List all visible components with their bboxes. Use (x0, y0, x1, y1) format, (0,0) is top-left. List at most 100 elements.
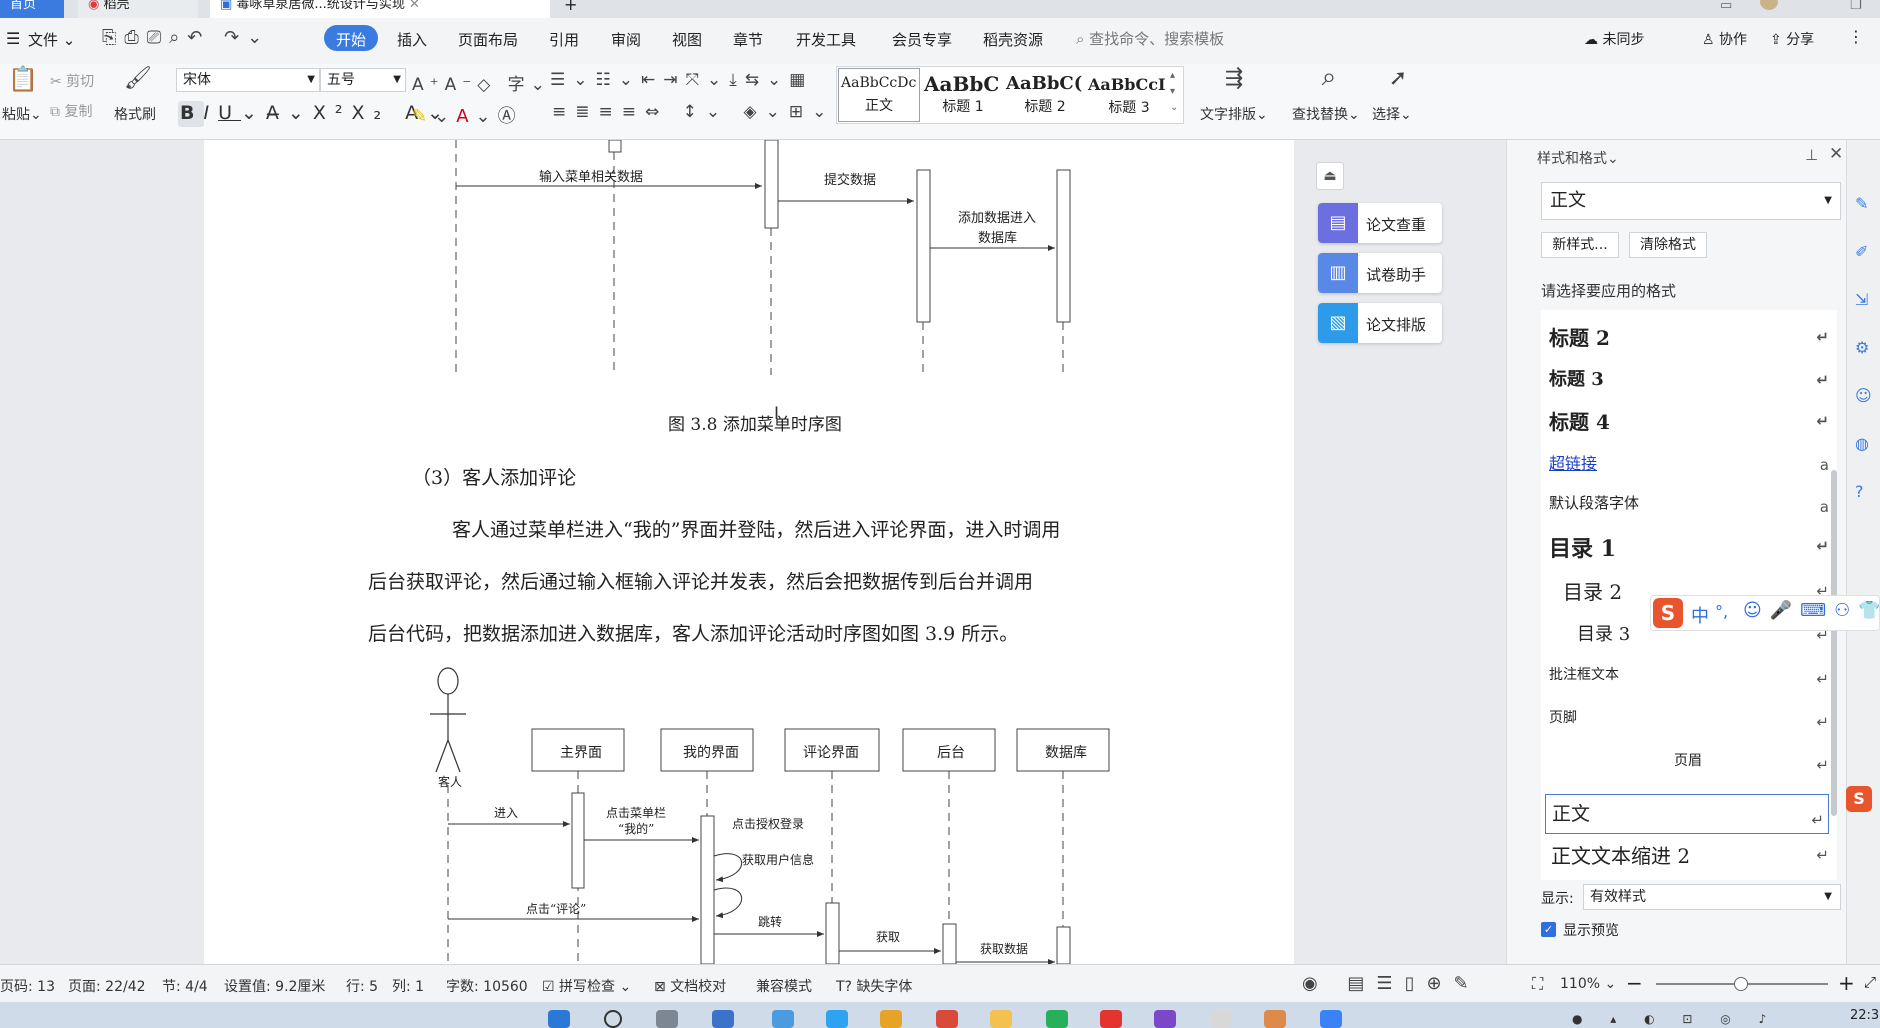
style-list-scrollbar[interactable] (1831, 470, 1837, 816)
style-item-hyperlink[interactable]: 超链接 a (1543, 450, 1833, 490)
new-tab-icon[interactable]: + (564, 0, 577, 13)
cursor-icon[interactable]: ➚ (1384, 68, 1412, 98)
tab-docer[interactable]: ◉ 稻壳 (78, 0, 198, 18)
app-icon[interactable] (772, 1010, 794, 1028)
text-layout-icon[interactable]: ⇶ (1220, 68, 1248, 98)
hamburger-icon[interactable]: ☰ (6, 29, 20, 48)
rail-icons[interactable]: ✎ ✐ ⇲ ⚙ ☺ ◍? (1855, 180, 1872, 516)
status-pagenum[interactable]: 页码: 13 (0, 976, 55, 996)
ime-tools-icons[interactable]: ☺🎤⌨⚇👕 (1743, 600, 1880, 621)
fit-icon[interactable]: ⛶ (1532, 974, 1543, 994)
pin-icon[interactable]: ⊥ (1805, 146, 1818, 164)
font-size-tools[interactable]: A⁺A⁻◇ 字⌄ (412, 70, 551, 95)
doc-proof[interactable]: ⊠ 文档校对 (654, 976, 726, 996)
paste-button[interactable]: 粘贴⌄ (2, 104, 42, 124)
start-icon[interactable] (548, 1010, 570, 1028)
ime-punct[interactable]: °, (1715, 602, 1728, 621)
folder-icon[interactable] (990, 1010, 1012, 1028)
restore-icon[interactable]: ❐ (1850, 0, 1862, 13)
spell-check[interactable]: ☑ 拼写检查 ⌄ (542, 976, 631, 996)
side-tool-layout[interactable]: ▧ 论文排版 (1318, 303, 1442, 343)
show-select[interactable]: 有效样式 ▼ (1583, 884, 1841, 910)
collab-button[interactable]: ♙ 协作 (1702, 29, 1747, 49)
panel-title[interactable]: 样式和格式⌄ (1537, 148, 1619, 168)
preview-checkbox[interactable]: ✓ (1541, 922, 1556, 937)
style-item-heading3[interactable]: 标题 3 ↵ (1543, 365, 1833, 405)
sync-status[interactable]: ☁ 未同步 (1584, 29, 1644, 49)
style-heading3[interactable]: AaBbCcI 标题 3 (1086, 68, 1172, 122)
more-icon[interactable]: ⋮ (1848, 27, 1864, 46)
style-item-comment[interactable]: 批注框文本 ↵ (1543, 664, 1833, 704)
paste-icon[interactable]: 📋 (8, 67, 38, 98)
status-setting[interactable]: 设置值: 9.2厘米 (224, 976, 325, 996)
menu-chapter[interactable]: 章节 (733, 29, 763, 50)
app-icon[interactable] (936, 1010, 958, 1028)
brush-icon[interactable]: 🖌 (124, 68, 152, 98)
tab-document[interactable]: ▣ 毒咏草泉居微...统设计与实现 ✕ (210, 0, 550, 18)
menu-member[interactable]: 会员专享 (892, 29, 952, 50)
search-command[interactable]: ⌕ 查找命令、搜索模板 (1076, 28, 1224, 49)
copy-button[interactable]: ⧉ 复制 (50, 101, 92, 121)
menu-docer[interactable]: 稻壳资源 (983, 29, 1043, 50)
view-mode-icons[interactable]: ◉ ▤☰▯⊕✎ (1302, 973, 1481, 994)
find-replace-button[interactable]: 查找替换⌄ (1292, 104, 1360, 124)
app-icon[interactable] (1264, 1010, 1286, 1028)
status-section[interactable]: 节: 4/4 (162, 976, 208, 996)
ime-toolbar[interactable]: S 中 °, ☺🎤⌨⚇👕 (1650, 595, 1880, 631)
menu-devtools[interactable]: 开发工具 (796, 29, 856, 50)
style-item-default-font[interactable]: 默认段落字体 a (1543, 492, 1833, 532)
menu-insert[interactable]: 插入 (397, 29, 427, 50)
app-icon[interactable] (1210, 1010, 1232, 1028)
quick-access-icons[interactable]: ⎘⎙⎚⌕↶ ↷⌄ (102, 27, 270, 48)
wps-icon[interactable] (1100, 1010, 1122, 1028)
new-style-button[interactable]: 新样式... (1541, 232, 1619, 258)
format-painter[interactable]: 格式刷 (114, 104, 156, 124)
find-icon[interactable]: ⌕ (1314, 64, 1344, 98)
side-tool-exam[interactable]: ▥ 试卷助手 (1318, 253, 1442, 293)
style-item-header[interactable]: 页眉 ↵ (1543, 750, 1833, 790)
app-icon[interactable] (1320, 1010, 1342, 1028)
zoom-slider-thumb[interactable] (1734, 977, 1748, 991)
style-heading1[interactable]: AaBbC 标题 1 (922, 68, 1004, 122)
paragraph-tools-2[interactable]: ≡≣≡≡⇔ ↕⌄ ◈⌄⊞⌄ (552, 102, 835, 122)
style-item-footer[interactable]: 页脚 ↵ (1543, 707, 1833, 747)
collapse-icon[interactable]: ⏏ (1316, 162, 1344, 190)
search-icon[interactable] (604, 1010, 622, 1028)
select-button[interactable]: 选择⌄ (1372, 104, 1412, 124)
menu-home[interactable]: 开始 (336, 29, 366, 50)
style-item-indent2[interactable]: 正文文本缩进 2 ↵ (1543, 840, 1833, 880)
style-item-normal-selected[interactable]: 正文 ↵ (1545, 794, 1829, 834)
app-icon[interactable] (1154, 1010, 1176, 1028)
style-item-toc1[interactable]: 目录 1 ↵ (1543, 531, 1833, 571)
ime-mode[interactable]: 中 (1691, 602, 1709, 628)
status-words[interactable]: 字数: 10560 (446, 976, 528, 996)
fullscreen-icon[interactable]: ⤢ (1864, 973, 1876, 991)
style-normal[interactable]: AaBbCcDc 正文 (838, 68, 920, 122)
paragraph-tools-1[interactable]: ☰⌄☷⌄⇤⇥⤧⌄⤓⇆⌄▦ (550, 70, 813, 90)
gallery-scroll-icon[interactable]: ▴ ▾ ⌄ (1170, 68, 1178, 116)
cut-button[interactable]: ✂ 剪切 (50, 71, 94, 91)
missing-font[interactable]: T? 缺失字体 (836, 976, 912, 996)
style-item-heading2[interactable]: 标题 2 ↵ (1543, 322, 1833, 362)
menu-review[interactable]: 审阅 (611, 29, 641, 50)
menu-view[interactable]: 视图 (672, 29, 702, 50)
side-tool-plagiarism[interactable]: ▤ 论文查重 (1318, 203, 1442, 243)
tray-icons[interactable]: ● ▴ ◐ ⊡ ◎ ♪ (1572, 1012, 1778, 1026)
share-button[interactable]: ⇪ 分享 (1770, 29, 1814, 49)
font-name-select[interactable]: 宋体 ▼ (176, 68, 320, 92)
wechat-icon[interactable] (1046, 1010, 1068, 1028)
menu-reference[interactable]: 引用 (549, 29, 579, 50)
document-page[interactable]: 输入菜单相关数据 提交数据 添加数据进入 数据库 图 3.8 添加菜单时序图 I… (204, 140, 1294, 964)
text-layout-button[interactable]: 文字排版⌄ (1200, 104, 1268, 124)
zoom-level[interactable]: 110% ⌄ (1560, 976, 1616, 992)
taskview-icon[interactable] (656, 1010, 678, 1028)
close-icon[interactable]: ✕ (409, 0, 420, 12)
zoom-in-icon[interactable]: + (1838, 971, 1855, 995)
chrome-icon[interactable] (880, 1010, 902, 1028)
file-menu[interactable]: 文件 ⌄ (28, 29, 75, 50)
window-icon[interactable]: ▭ (1720, 0, 1732, 13)
app-icon[interactable] (826, 1010, 848, 1028)
font-size-select[interactable]: 五号 ▼ (320, 68, 406, 92)
avatar[interactable] (1760, 0, 1778, 10)
close-icon[interactable]: ✕ (1829, 144, 1843, 164)
